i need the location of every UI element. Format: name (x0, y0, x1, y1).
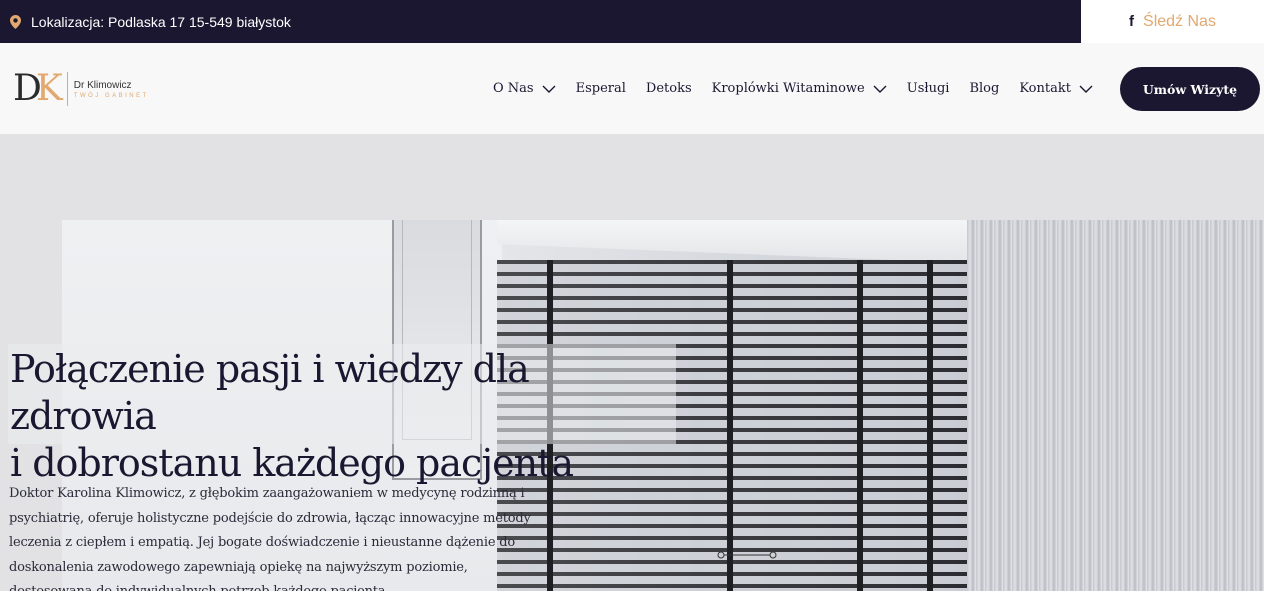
location-info: Lokalizacja: Podlaska 17 15-549 białysto… (10, 0, 291, 43)
logo-mark: DK (13, 68, 63, 109)
nav-item-uslugi[interactable]: Usługi (907, 81, 950, 96)
nav-item-kroplowki[interactable]: Kroplówki Witaminowe (712, 81, 887, 96)
follow-us-label: Śledź Nas (1143, 12, 1216, 30)
hero-section: Połączenie pasji i wiedzy dla zdrowia i … (0, 134, 1264, 591)
book-appointment-button[interactable]: Umów Wizytę (1120, 67, 1260, 111)
logo-tagline: TWÓJ GABINET (73, 92, 149, 99)
chevron-down-icon (1079, 85, 1093, 93)
logo-divider (66, 72, 68, 106)
facebook-icon: f (1129, 13, 1135, 30)
logo[interactable]: DK Dr Klimowicz TWÓJ GABINET (13, 69, 149, 109)
location-text: Lokalizacja: Podlaska 17 15-549 białysto… (31, 13, 291, 30)
nav-item-kontakt[interactable]: Kontakt (1019, 81, 1093, 96)
chevron-down-icon (542, 85, 556, 93)
logo-name: Dr Klimowicz (73, 79, 132, 91)
top-bar: Lokalizacja: Podlaska 17 15-549 białysto… (0, 0, 1264, 43)
nav-item-detoks[interactable]: Detoks (646, 81, 692, 96)
hero-description: Doktor Karolina Klimowicz, z głębokim za… (9, 486, 531, 591)
hero-image-ceiling (497, 220, 1027, 264)
site-header: DK Dr Klimowicz TWÓJ GABINET O Nas Esper… (0, 43, 1264, 134)
map-pin-icon (10, 14, 21, 29)
nav-item-blog[interactable]: Blog (969, 81, 999, 96)
follow-us-link[interactable]: f Śledź Nas (1081, 0, 1264, 43)
nav-item-o-nas[interactable]: O Nas (493, 81, 556, 96)
hero-title: Połączenie pasji i wiedzy dla zdrowia i … (10, 347, 574, 485)
hero-image-curtain (967, 220, 1264, 591)
nav-item-esperal[interactable]: Esperal (576, 81, 626, 96)
main-nav: O Nas Esperal Detoks Kroplówki Witaminow… (493, 43, 1113, 134)
chevron-down-icon (873, 85, 887, 93)
hero-image-handle (717, 551, 777, 559)
